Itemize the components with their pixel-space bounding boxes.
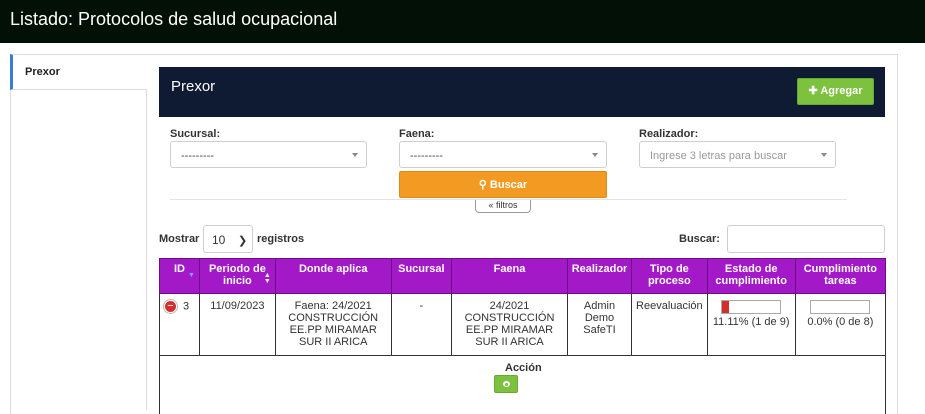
chevron-down-icon: ❯ xyxy=(238,235,248,247)
chevron-down-icon xyxy=(821,153,827,157)
cell-periodo: 11/09/2023 xyxy=(198,293,276,356)
estado-progress-fill xyxy=(722,301,729,313)
cell-cumplimiento: 0.0% (0 de 8) xyxy=(794,293,887,356)
cell-id: −3 xyxy=(159,293,200,356)
search-button[interactable]: ⚲ Buscar xyxy=(399,171,607,198)
cell-estado: 11.11% (1 de 9) xyxy=(706,293,796,356)
page-size-select[interactable]: 10 ❯ xyxy=(203,225,253,253)
records-label: registros xyxy=(257,233,305,245)
sidebar-divider xyxy=(146,90,147,410)
cumplimiento-progress-bar xyxy=(810,300,871,314)
cell-realizador: Admin Demo SafeTI xyxy=(566,293,633,356)
top-bar: Listado: Protocolos de salud ocupacional xyxy=(0,0,925,43)
col-header-id[interactable]: ID ▼ xyxy=(159,258,200,294)
estado-text: 11.11% (1 de 9) xyxy=(712,316,790,328)
col-header-estado[interactable]: Estado de cumplimiento xyxy=(706,258,796,294)
sucursal-label: Sucursal: xyxy=(170,128,221,140)
tab-prexor[interactable]: Prexor xyxy=(10,54,147,90)
realizador-select[interactable]: Ingrese 3 letras para buscar xyxy=(639,141,836,168)
col-header-donde[interactable]: Donde aplica xyxy=(274,258,392,294)
table-search-label: Buscar: xyxy=(679,233,720,245)
page-size-value: 10 xyxy=(212,233,226,247)
row-detail: Acción xyxy=(159,354,886,414)
cell-sucursal: - xyxy=(390,293,453,356)
filters-toggle[interactable]: « filtros xyxy=(475,200,531,213)
cell-faena: 24/2021 CONSTRUCCIÓN EE.PP MIRAMAR SUR I… xyxy=(451,293,568,356)
cell-tipo: Reevaluación xyxy=(631,293,708,356)
estado-progress-bar xyxy=(721,300,782,314)
plus-icon: ✚ xyxy=(808,85,818,97)
view-button[interactable] xyxy=(494,375,518,393)
col-header-periodo[interactable]: Periodo de inicio ▲ ▼ xyxy=(198,258,276,294)
sucursal-value: --------- xyxy=(181,150,214,162)
search-icon: ⚲ xyxy=(478,179,487,191)
page-title: Listado: Protocolos de salud ocupacional xyxy=(10,9,338,29)
collapse-row-icon[interactable]: − xyxy=(164,300,177,313)
protocols-table: ID ▼ Periodo de inicio ▲ ▼ Donde aplica Suc… xyxy=(159,258,887,356)
table-header-row: ID ▼ Periodo de inicio ▲ ▼ Donde aplica Suc… xyxy=(159,258,887,294)
sort-desc-icon: ▼ xyxy=(188,272,195,279)
search-button-label: Buscar xyxy=(489,179,528,191)
table-search-input[interactable] xyxy=(727,225,885,253)
col-header-tipo[interactable]: Tipo de proceso xyxy=(631,258,708,294)
cell-donde: Faena: 24/2021 CONSTRUCCIÓN EE.PP MIRAMA… xyxy=(274,293,392,356)
sort-icon: ▲ ▼ xyxy=(263,272,271,285)
eye-pupil xyxy=(505,383,508,386)
show-label: Mostrar xyxy=(159,233,200,245)
col-header-realizador[interactable]: Realizador xyxy=(566,258,633,294)
col-header-faena[interactable]: Faena xyxy=(451,258,568,294)
chevron-down-icon xyxy=(352,153,358,157)
table-row[interactable]: −3 11/09/2023 Faena: 24/2021 CONSTRUCCIÓ… xyxy=(159,293,887,356)
action-label: Acción xyxy=(505,362,542,374)
faena-select[interactable]: --------- xyxy=(399,141,607,168)
faena-label: Faena: xyxy=(399,128,435,140)
col-header-cumplimiento[interactable]: Cumplimiento tareas xyxy=(794,258,887,294)
sucursal-select[interactable]: --------- xyxy=(170,141,367,168)
tab-prexor-label: Prexor xyxy=(25,66,60,78)
panel-title: Prexor xyxy=(171,78,216,95)
cumplimiento-text: 0.0% (0 de 8) xyxy=(807,316,874,328)
add-button[interactable]: ✚ Agregar xyxy=(797,78,874,105)
add-button-label: Agregar xyxy=(820,85,863,97)
realizador-label: Realizador: xyxy=(639,128,699,140)
realizador-placeholder: Ingrese 3 letras para buscar xyxy=(650,150,787,162)
chevron-down-icon xyxy=(592,153,598,157)
panel-header: Prexor ✚ Agregar xyxy=(159,67,885,117)
col-header-sucursal[interactable]: Sucursal xyxy=(390,258,453,294)
faena-value: --------- xyxy=(410,150,443,162)
